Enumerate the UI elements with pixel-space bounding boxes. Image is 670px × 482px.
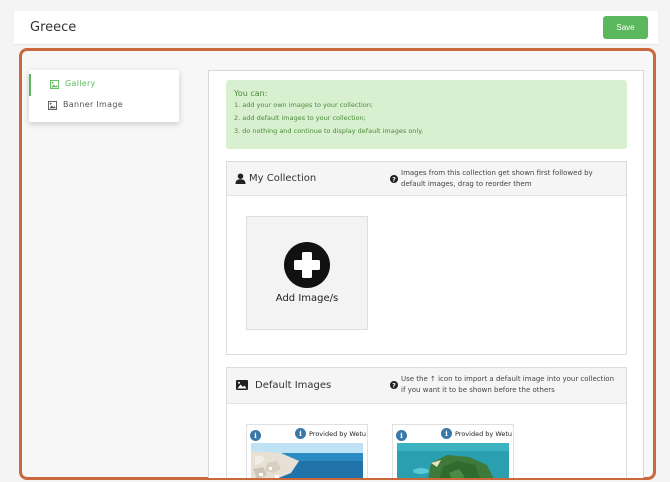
my-collection-section: My Collection ? Images from this collect…: [226, 161, 627, 355]
section-title: My Collection: [249, 173, 317, 184]
page-title: Greece: [30, 20, 77, 35]
destination-photo: [251, 443, 363, 478]
info-icon[interactable]: i: [250, 430, 261, 441]
sidebar-item-label: Banner Image: [63, 100, 123, 109]
card-bar: i i Provided by Wetu: [393, 425, 513, 442]
default-images-header: Default Images ? Use the ↑ icon to impor…: [227, 368, 626, 404]
image-icon: [50, 80, 59, 89]
section-hint: Images from this collection get shown fi…: [401, 169, 593, 188]
image-icon: [48, 101, 57, 110]
info-icon[interactable]: i: [295, 428, 306, 439]
default-image-card[interactable]: i i Provided by Wetu: [246, 424, 368, 478]
info-icon[interactable]: i: [396, 430, 407, 441]
provider-label: Provided by Wetu: [309, 430, 367, 438]
section-title: Default Images: [255, 380, 332, 391]
add-images-label: Add Image/s: [275, 293, 339, 304]
card-bar: i i Provided by Wetu: [247, 425, 367, 442]
sidebar-item-gallery[interactable]: Gallery: [29, 74, 179, 96]
info-title: You can:: [234, 89, 268, 98]
info-line: 1. add your own images to your collectio…: [234, 101, 374, 109]
svg-text:?: ?: [392, 381, 396, 389]
my-collection-header: My Collection ? Images from this collect…: [227, 162, 626, 196]
info-line: 2. add default images to your collection…: [234, 114, 366, 122]
add-circle-icon: [284, 242, 330, 288]
question-icon: ?: [390, 381, 398, 389]
sidebar-item-banner-image[interactable]: Banner Image: [29, 95, 179, 117]
default-images-section: Default Images ? Use the ↑ icon to impor…: [226, 367, 627, 478]
provider-label: Provided by Wetu: [455, 430, 513, 438]
sidebar-item-label: Gallery: [65, 79, 96, 88]
info-line: 3. do nothing and continue to display de…: [234, 127, 424, 135]
destination-photo: [397, 443, 509, 478]
question-icon: ?: [390, 175, 398, 183]
info-icon[interactable]: i: [441, 428, 452, 439]
section-hint: Use the ↑ icon to import a default image…: [401, 375, 615, 394]
svg-text:?: ?: [392, 175, 396, 183]
image-icon: [236, 380, 248, 390]
sidebar-menu: Gallery Banner Image: [29, 70, 179, 122]
add-images-tile[interactable]: Add Image/s: [246, 216, 368, 330]
top-bar: Greece Save: [14, 11, 658, 45]
user-icon: [235, 173, 246, 184]
info-box: You can: 1. add your own images to your …: [226, 80, 627, 149]
gallery-panel: You can: 1. add your own images to your …: [208, 70, 644, 478]
default-image-card[interactable]: i i Provided by Wetu: [392, 424, 514, 478]
save-button[interactable]: Save: [603, 16, 648, 39]
